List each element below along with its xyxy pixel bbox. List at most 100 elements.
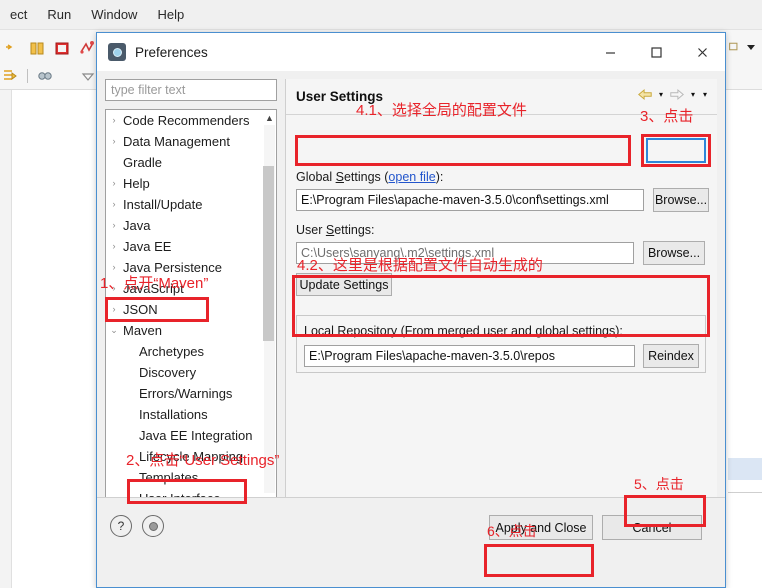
tree-item-maven[interactable]: ⌄ Maven [106, 320, 266, 341]
menu-item-project[interactable]: ect [0, 3, 37, 26]
navigation-icons: ▾ ▾ ▾ [637, 88, 709, 101]
annotation-5-text: 5、点击 [634, 476, 684, 492]
annotation-4-2-text: 4.2、这里是根据配置文件自动生成的 [297, 257, 543, 274]
view-menu-caret-icon[interactable]: ▾ [701, 90, 709, 99]
toolbar-right-group [728, 40, 762, 53]
right-panel-selection-band [728, 458, 762, 480]
chevron-right-icon[interactable]: › [106, 200, 122, 209]
chevron-up-icon[interactable]: ▲ [263, 111, 276, 125]
screen-root: ect Run Window Help Preferences type fil… [0, 0, 762, 588]
tree-item-install-update[interactable]: › Install/Update [106, 194, 266, 215]
tree-item-label: Java [123, 218, 151, 233]
global-settings-label-prefix: Global [296, 170, 336, 184]
record-circle-icon[interactable] [142, 515, 164, 537]
maximize-button[interactable] [633, 33, 679, 71]
restore-icon[interactable] [728, 40, 741, 53]
tree-item-java[interactable]: › Java [106, 215, 266, 236]
menu-item-window[interactable]: Window [81, 3, 147, 26]
right-panel-divider [728, 492, 762, 493]
team-sync-icon[interactable] [37, 68, 53, 84]
menu-item-help[interactable]: Help [147, 3, 194, 26]
left-tool-strip [0, 90, 12, 588]
content-pane: User Settings ▾ ▾ ▾ Global Settings (ope… [285, 79, 717, 539]
filter-container [105, 79, 277, 101]
reindex-button[interactable]: Reindex [643, 344, 699, 368]
stop-icon[interactable] [54, 40, 70, 56]
annotation-3-text: 3、点击 [640, 108, 694, 125]
tree-item-label: Help [123, 176, 150, 191]
tree-item-label: Java EE Integration [139, 428, 253, 443]
chevron-right-icon[interactable]: › [106, 242, 122, 251]
menu-bar: ect Run Window Help [0, 0, 762, 30]
cancel-button[interactable]: Cancel [602, 515, 702, 540]
annotation-1-text: 1、点开“Maven” [100, 275, 209, 292]
tree-item-label: Discovery [139, 365, 197, 380]
annotation-2-text: 2、点击“User Settings” [126, 452, 280, 469]
dropdown-caret-icon[interactable] [746, 42, 756, 52]
chevron-right-icon[interactable]: › [106, 116, 122, 125]
tree-item-label: Java EE [123, 239, 172, 254]
chevron-right-icon[interactable]: › [106, 305, 122, 314]
profile-icon[interactable] [79, 40, 95, 56]
close-button[interactable] [679, 33, 725, 71]
right-view-panel [728, 90, 762, 588]
chevron-right-icon[interactable]: › [106, 263, 122, 272]
dropdown-icon[interactable] [80, 68, 96, 84]
tree-scrollbar-thumb[interactable] [263, 166, 274, 341]
run-icon[interactable] [4, 40, 20, 56]
back-dropdown-caret-icon[interactable]: ▾ [657, 90, 665, 99]
tree-item-templates[interactable]: Templates [106, 467, 266, 488]
tree-item-errors-warnings[interactable]: Errors/Warnings [106, 383, 266, 404]
tree-item-java-ee[interactable]: › Java EE [106, 236, 266, 257]
chevron-down-icon[interactable]: ⌄ [106, 326, 122, 335]
tree-item-label: Templates [139, 470, 199, 485]
dialog-footer: ? Apply and Close Cancel [97, 497, 725, 552]
tree-item-help[interactable]: › Help [106, 173, 266, 194]
tree-item-installations[interactable]: Installations [106, 404, 266, 425]
tree-item-gradle[interactable]: Gradle [106, 152, 266, 173]
global-settings-mnemonic: S [335, 170, 344, 184]
tree-item-json[interactable]: › JSON [106, 299, 266, 320]
global-settings-browse-button[interactable]: Browse... [653, 188, 709, 212]
tree-item-discovery[interactable]: Discovery [106, 362, 266, 383]
local-repository-input[interactable]: E:\Program Files\apache-maven-3.5.0\repo… [304, 345, 635, 367]
chevron-right-icon[interactable]: › [106, 137, 122, 146]
dialog-body: ›Code Recommenders ›Data Management Grad… [97, 71, 725, 552]
tree-item-data-management[interactable]: › Data Management [106, 131, 266, 152]
debug-pause-icon[interactable] [29, 40, 45, 56]
tree-item-label: Maven [123, 323, 163, 338]
tree-item-label: Data Management [123, 134, 230, 149]
chevron-right-icon[interactable]: › [106, 221, 122, 230]
tree-item-archetypes[interactable]: Archetypes [106, 341, 266, 362]
user-settings-label-prefix: User [296, 223, 326, 237]
tree-item-label: Gradle [123, 155, 163, 170]
update-settings-button[interactable]: Update Settings [296, 273, 392, 296]
tree-item-label: Install/Update [123, 197, 203, 212]
tree-item-label: Errors/Warnings [139, 386, 233, 401]
open-file-link[interactable]: open file [388, 170, 435, 184]
annotation-6-text: 6、点击 [487, 523, 537, 539]
preferences-gear-icon [108, 43, 126, 61]
user-settings-label-suffix: ettings: [334, 223, 375, 237]
tree-item-label: Code Recommenders [123, 113, 250, 128]
back-arrow-icon[interactable] [637, 88, 653, 101]
menu-item-run[interactable]: Run [37, 3, 81, 26]
chevron-right-icon[interactable]: › [106, 179, 122, 188]
global-settings-label-end: ): [435, 170, 444, 184]
question-mark-icon[interactable]: ? [110, 515, 132, 537]
tree-item-code-recommenders[interactable]: › Code Recommenders [106, 110, 266, 131]
user-settings-browse-button[interactable]: Browse... [643, 241, 705, 265]
user-settings-label: User Settings: [296, 223, 375, 237]
tree-item-label: JSON [123, 302, 158, 317]
global-settings-input[interactable]: E:\Program Files\apache-maven-3.5.0\conf… [296, 189, 644, 211]
forward-arrow-icon[interactable] [669, 88, 685, 101]
forward-dropdown-caret-icon[interactable]: ▾ [689, 90, 697, 99]
minimize-button[interactable] [587, 33, 633, 71]
perspective-icon[interactable] [2, 68, 18, 84]
window-controls [587, 33, 725, 71]
tree-item-java-ee-integration[interactable]: Java EE Integration [106, 425, 266, 446]
search-input[interactable] [105, 79, 277, 101]
user-settings-mnemonic: S [325, 223, 335, 237]
global-settings-label: Global Settings (open file): [296, 170, 443, 184]
global-settings-label-suffix: ettings ( [343, 170, 389, 184]
